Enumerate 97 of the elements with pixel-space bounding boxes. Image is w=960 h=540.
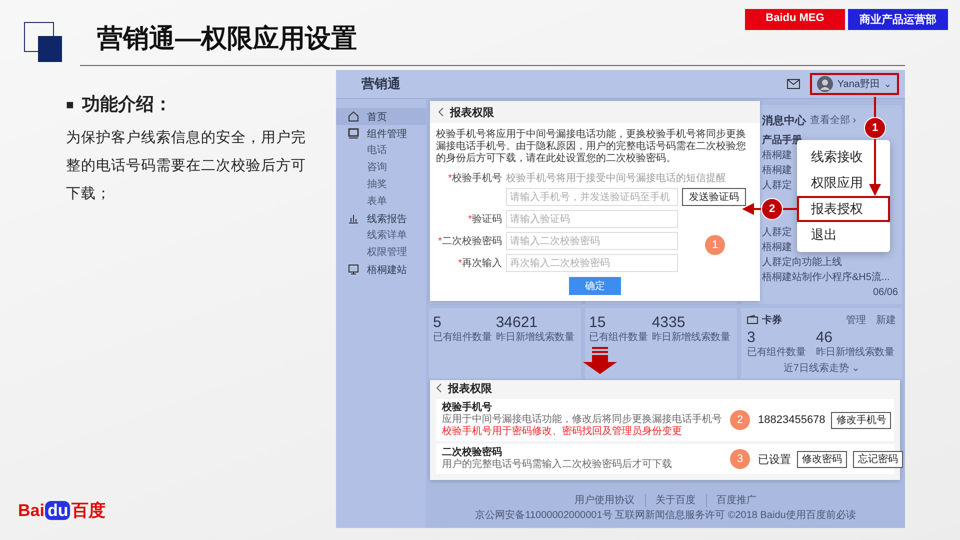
step-number-badge: 2 — [730, 410, 750, 430]
sidebar-item[interactable]: 梧桐建站 — [336, 261, 426, 278]
input-field[interactable]: 请输入二次校验密码 — [506, 232, 678, 250]
card-action-link[interactable]: 管理 — [846, 312, 866, 326]
card-title: 消息中心 — [762, 114, 806, 128]
caret-icon: ⌄ — [884, 79, 892, 89]
field-label: *校验手机号 — [447, 172, 502, 185]
callout-arrow — [742, 203, 761, 215]
callout-line — [874, 97, 876, 117]
view-all-link[interactable]: 查看全部 › — [810, 113, 856, 127]
bullet: ■ — [66, 96, 74, 112]
back-chevron-icon[interactable] — [438, 107, 444, 117]
stat-label: 昨日新增线索数量 — [816, 346, 894, 359]
ticket-icon — [747, 315, 758, 324]
sidebar-subitem[interactable]: 权限管理 — [336, 244, 426, 261]
mail-icon[interactable] — [787, 79, 800, 89]
footer-link[interactable]: 百度推广 — [706, 494, 766, 507]
menu-item[interactable]: 权限应用 — [797, 170, 890, 196]
setting-value: 18823455678 — [758, 414, 826, 426]
user-name: Yana野田 — [837, 78, 880, 91]
input-field[interactable]: 请输入验证码 — [506, 210, 678, 228]
section-heading: 功能介绍： — [82, 93, 172, 116]
field-label: *验证码 — [467, 213, 502, 226]
stat-value: 46 — [816, 329, 834, 346]
setting-button[interactable]: 修改密码 — [797, 450, 847, 468]
message-item[interactable]: 人群定 — [762, 225, 792, 240]
sidebar-subitem[interactable]: 抽奖 — [336, 176, 426, 193]
department-tag: 商业产品运营部 — [848, 9, 948, 30]
card-action-link[interactable]: 新建 — [876, 312, 896, 326]
stat-label: 已有组件数量 — [589, 331, 648, 344]
setting-note: 校验手机号用于密码修改、密码找回及管理员身份变更 — [442, 426, 683, 438]
field-label: *二次校验密码 — [437, 234, 502, 248]
card-title: 卡券 — [762, 314, 782, 326]
step-number-badge: 3 — [730, 449, 750, 469]
setting-button[interactable]: 修改手机号 — [831, 412, 892, 428]
stat-label: 已有组件数量 — [747, 346, 806, 359]
sidebar-subitem[interactable]: 咨询 — [336, 159, 426, 176]
sidebar-subitem[interactable]: 表单 — [336, 193, 426, 210]
input-field[interactable]: 请输入手机号，并发送验证码至手机 — [506, 188, 678, 206]
app-name: 营销通 — [360, 75, 402, 93]
back-chevron-icon[interactable] — [436, 383, 442, 393]
stat-value: 3 — [747, 329, 756, 346]
setting-button[interactable]: 忘记密码 — [853, 450, 903, 468]
setting-value: 已设置 — [758, 452, 791, 466]
footer-link[interactable]: 用户使用协议 — [564, 494, 644, 507]
footer-legal-text: 京公网安备11000002000001号 互联网新闻信息服务许可 ©2018 Baidu使用百度前必读 — [474, 509, 857, 523]
setting-description: 应用于中间号漏接电话功能，修改后将同步更换漏接电话手机号 — [442, 414, 723, 426]
step-number-badge: 1 — [705, 235, 725, 255]
stat-label: 昨日新增线索数量 — [652, 331, 730, 344]
menu-item[interactable]: 退出 — [797, 222, 890, 248]
baidu-logo: Bai du 百度 — [18, 500, 106, 522]
house-icon — [348, 111, 359, 122]
avatar-icon — [817, 76, 834, 92]
menu-item[interactable]: 报表授权 — [797, 196, 890, 222]
sidebar-item[interactable]: 组件管理 — [336, 125, 426, 142]
slide-title: 营销通—权限应用设置 — [97, 22, 357, 55]
confirm-button[interactable]: 确定 — [569, 277, 621, 295]
intro-paragraph: 为保护客户线索信息的安全，用户完整的电话号码需要在二次校验后方可下载； — [66, 128, 307, 204]
callout-arrow — [869, 139, 881, 196]
message-item[interactable]: 梧桐建 — [762, 163, 792, 178]
sidebar-item[interactable]: 首页 — [336, 108, 426, 125]
stat-value: 4335 — [652, 314, 686, 331]
stat-value: 15 — [589, 314, 607, 331]
message-item[interactable]: 人群定向功能上线 — [762, 255, 842, 270]
dialog-title: 报表权限 — [448, 382, 492, 396]
setting-title: 二次校验密码 — [442, 447, 503, 458]
down-arrow-icon — [583, 347, 617, 374]
field-hint: 校验手机号将用于接受中间号漏接电话的短信提醒 — [506, 172, 726, 185]
input-field[interactable]: 再次输入二次校验密码 — [506, 254, 678, 272]
message-item[interactable]: 梧桐建 — [762, 148, 792, 163]
dialog-title: 报表权限 — [450, 106, 494, 120]
stat-label: 已有组件数量 — [433, 331, 492, 344]
screen-icon — [348, 264, 359, 275]
setting-title: 校验手机号 — [442, 402, 493, 414]
dialog-description: 校验手机号将应用于中间号漏接电话功能，更换校验手机号将同步更换漏接电话手机号。由于隐私原因，用户的完整电话号码需在二次校验您的身份后方可下载，请在此处设置您的二次校验密码。 — [436, 129, 747, 165]
message-date: 06/06 — [872, 286, 898, 300]
menu-item[interactable]: 线索接收 — [797, 144, 890, 170]
trend-dropdown[interactable]: 近7日线索走势 ⌄ — [783, 361, 860, 375]
stat-value: 34621 — [496, 314, 539, 331]
stat-label: 昨日新增线索数量 — [496, 331, 574, 344]
bar-chart-icon — [348, 213, 359, 224]
department-tag: Baidu MEG — [745, 9, 845, 30]
squares-logo-drawing — [24, 22, 62, 62]
sidebar-subitem[interactable]: 线索详单 — [336, 227, 426, 244]
stat-value: 5 — [433, 314, 442, 331]
callout-line — [783, 208, 797, 210]
user-menu[interactable]: Yana野田 ⌄ — [810, 73, 899, 95]
message-item[interactable]: 梧桐建 — [762, 240, 792, 255]
message-item[interactable]: 梧桐建站制作小程序&H5流... — [762, 270, 890, 285]
send-code-button[interactable]: 发送验证码 — [682, 188, 746, 206]
sidebar-subitem[interactable]: 电话 — [336, 142, 426, 159]
sidebar-item[interactable]: 线索报告 — [336, 210, 426, 227]
field-label: *再次输入 — [457, 256, 502, 270]
message-item[interactable]: 人群定 — [762, 178, 792, 193]
setting-description: 用户的完整电话号码需输入二次校验密码后才可下载 — [442, 459, 673, 471]
monitor-icon — [348, 128, 359, 139]
footer-link[interactable]: 关于百度 — [644, 494, 706, 507]
